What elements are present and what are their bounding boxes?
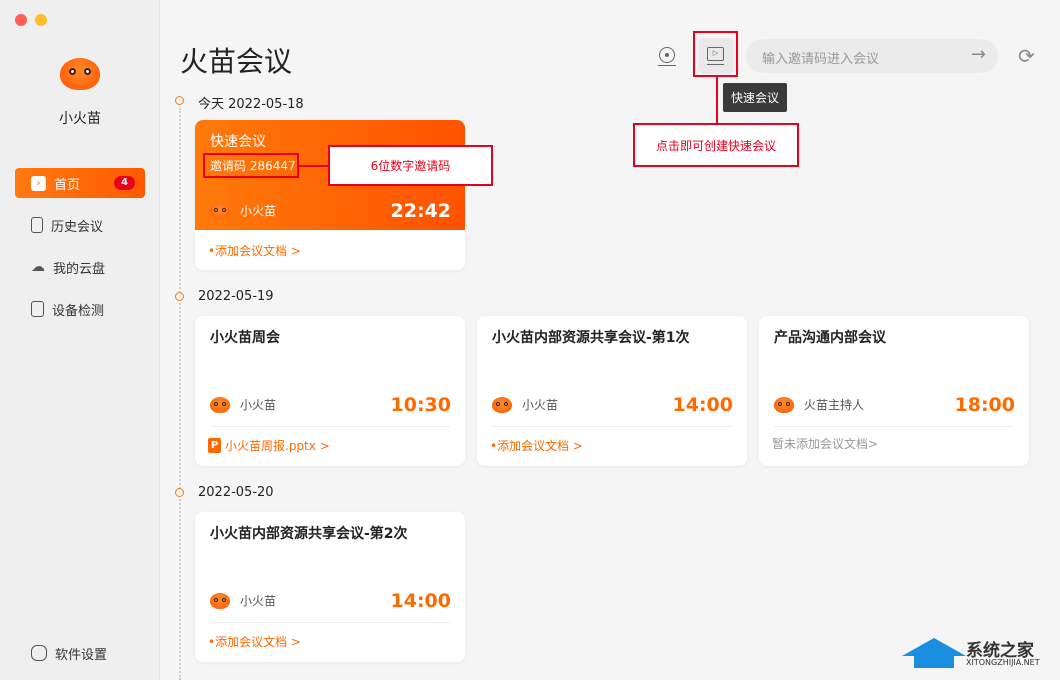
close-window-button[interactable] [15, 14, 27, 26]
date-header: 今天 2022-05-18 [198, 97, 304, 112]
ppt-file-icon: P [208, 438, 221, 453]
host-avatar-icon [210, 396, 230, 413]
annotation-box [693, 31, 738, 77]
host-name: 小火苗 [240, 398, 277, 412]
sidebar-item-home[interactable]: › 首页 4 [15, 168, 145, 198]
meeting-title: 快速会议 [210, 134, 266, 150]
document-link[interactable]: P 小火苗周报.pptx > [208, 437, 330, 454]
timeline [179, 108, 181, 680]
username: 小火苗 [59, 111, 101, 127]
add-document-link[interactable]: •添加会议文档 > [208, 633, 301, 650]
meeting-card[interactable]: 快速会议 邀请码 286447 小火苗 22:42 •添加会议文档 > [195, 120, 465, 270]
refresh-icon[interactable]: ⟳ [1018, 44, 1035, 68]
add-document-link[interactable]: •添加会议文档 > [490, 437, 583, 454]
host-name: 火苗主持人 [804, 398, 865, 412]
minimize-window-button[interactable] [35, 14, 47, 26]
timeline-dot [175, 292, 184, 301]
invite-code-placeholder: 输入邀请码进入会议 [762, 52, 880, 67]
home-icon: › [31, 175, 46, 191]
settings-button[interactable]: 软件设置 [15, 638, 145, 668]
checklist-icon [31, 301, 44, 317]
meeting-time: 14:00 [672, 394, 733, 416]
timeline-dot [175, 96, 184, 105]
timeline-dot [175, 488, 184, 497]
sidebar-item-label: 我的云盘 [53, 261, 106, 277]
host-avatar-icon [210, 202, 230, 219]
annotation-quick-meeting: 点击即可创建快速会议 [633, 123, 799, 167]
no-document-link[interactable]: 暂未添加会议文档> [772, 435, 878, 452]
host-avatar-icon [774, 396, 794, 413]
page-title: 火苗会议 [180, 45, 293, 78]
sidebar: 小火苗 › 首页 4 历史会议 ☁ 我的云盘 设备检测 软件设置 [0, 0, 160, 680]
meeting-time: 10:30 [390, 394, 451, 416]
avatar[interactable] [60, 58, 100, 90]
settings-label: 软件设置 [55, 647, 108, 663]
sidebar-item-device-check[interactable]: 设备检测 [15, 294, 145, 324]
host-avatar-icon [492, 396, 512, 413]
unread-badge: 4 [114, 176, 135, 190]
date-header: 2022-05-20 [198, 485, 274, 500]
meeting-title: 小火苗周会 [210, 330, 280, 346]
sidebar-item-label: 设备检测 [52, 303, 105, 319]
sidebar-item-label: 首页 [54, 177, 81, 193]
meeting-card[interactable]: 小火苗内部资源共享会议-第2次 小火苗 14:00 •添加会议文档 > [195, 512, 465, 662]
meeting-card[interactable]: 产品沟通内部会议 火苗主持人 18:00 暂未添加会议文档> [759, 316, 1029, 466]
host-avatar-icon [210, 592, 230, 609]
bookmark-icon [31, 217, 43, 233]
meeting-title: 小火苗内部资源共享会议-第2次 [210, 526, 408, 542]
sidebar-item-label: 历史会议 [51, 219, 104, 235]
meeting-card[interactable]: 小火苗内部资源共享会议-第1次 小火苗 14:00 •添加会议文档 > [477, 316, 747, 466]
annotation-box [203, 153, 299, 178]
meeting-time: 22:42 [390, 200, 451, 222]
settings-icon [31, 645, 47, 661]
invite-code-input[interactable]: 输入邀请码进入会议 → [746, 39, 998, 73]
sidebar-item-cloud[interactable]: ☁ 我的云盘 [15, 252, 145, 282]
meeting-card[interactable]: 小火苗周会 小火苗 10:30 P 小火苗周报.pptx > [195, 316, 465, 466]
add-document-link[interactable]: •添加会议文档 > [208, 242, 301, 259]
watermark-url: XITONGZHIJIA.NET [966, 658, 1040, 667]
host-name: 小火苗 [522, 398, 559, 412]
cloud-upload-icon: ☁ [31, 259, 45, 275]
host-name: 小火苗 [240, 594, 277, 608]
document-name: 小火苗周报.pptx > [225, 439, 330, 453]
host-name: 小火苗 [240, 204, 277, 218]
tooltip: 快速会议 [723, 83, 788, 112]
meeting-title: 小火苗内部资源共享会议-第1次 [492, 330, 690, 346]
meeting-time: 14:00 [390, 590, 451, 612]
watermark-logo: 系统之家 XITONGZHIJIA.NET [900, 632, 1060, 680]
arrow-right-icon[interactable]: → [971, 44, 986, 65]
meeting-title: 产品沟通内部会议 [774, 330, 886, 346]
annotation-invite-code: 6位数字邀请码 [328, 145, 493, 186]
share-screen-button[interactable] [657, 45, 677, 67]
date-header: 2022-05-19 [198, 289, 274, 304]
meeting-time: 18:00 [954, 394, 1015, 416]
sidebar-item-history[interactable]: 历史会议 [15, 210, 145, 240]
